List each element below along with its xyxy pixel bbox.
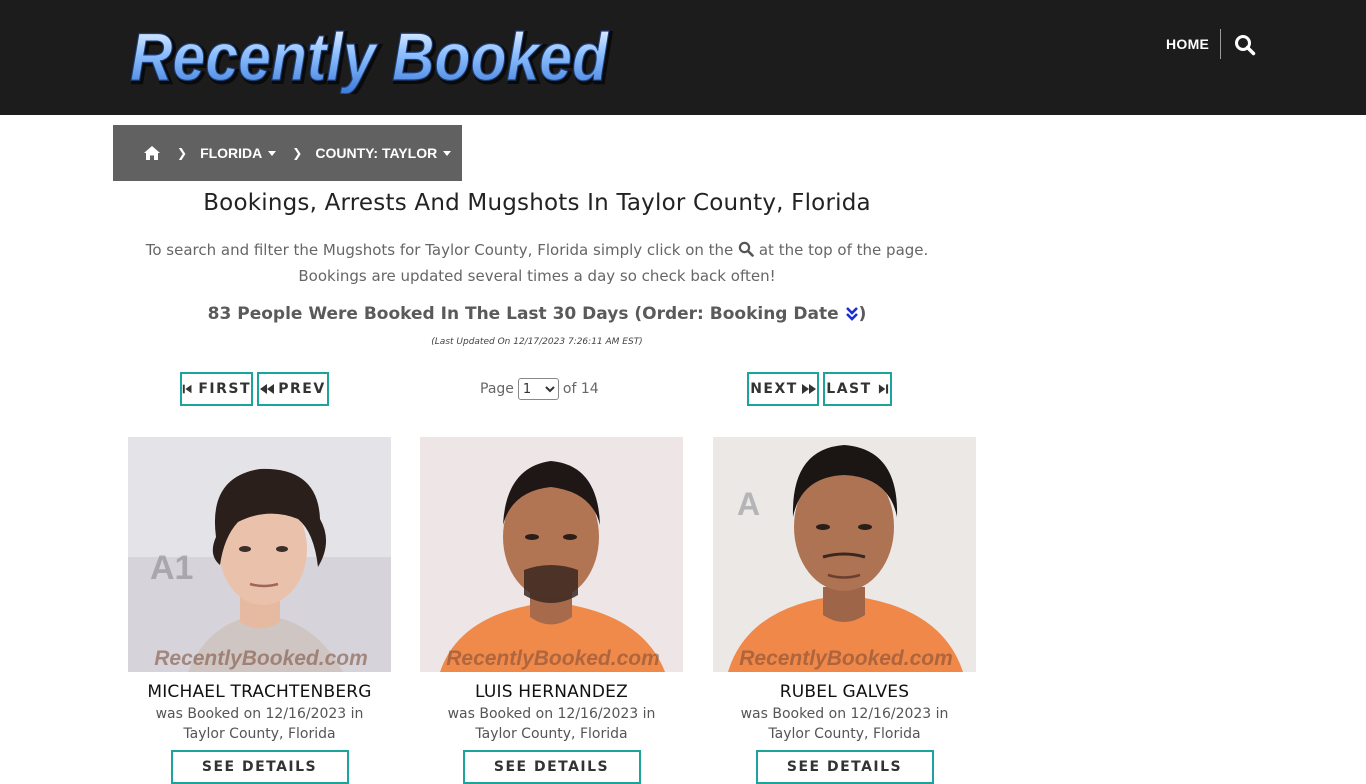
breadcrumb-florida-label: FLORIDA [200,145,263,161]
caret-down-icon [268,150,277,156]
page-selector: Page 1 of 14 [480,377,599,401]
see-details-button[interactable]: SEE DETAILS [170,750,349,784]
nav-home-link[interactable]: HOME [1166,36,1209,52]
next-page-label: NEXT [750,381,798,397]
breadcrumb-county[interactable]: COUNTY: TAYLOR [315,145,452,161]
booking-date-line: was Booked on 12/16/2023 in [155,706,364,722]
booking-summary-text: 83 People Were Booked In The Last 30 Day… [207,304,839,324]
see-details-button[interactable]: SEE DETAILS [755,750,934,784]
prev-page-label: PREV [278,381,326,397]
site-header: Recently Booked Recently Booked HOME [0,0,1366,115]
chevron-right-icon: ❯ [292,146,303,160]
photo-watermark: RecentlyBooked.com [446,647,660,670]
breadcrumb: ❯ FLORIDA ❯ COUNTY: TAYLOR [113,125,462,181]
search-icon[interactable] [738,239,754,257]
forward-icon [801,384,816,394]
intro-text: To search and filter the Mugshots for Ta… [110,237,964,289]
booking-card[interactable]: A RecentlyBooked.com RUBEL GALVES was Bo… [713,437,976,784]
mugshot-photo[interactable]: RecentlyBooked.com [420,437,683,672]
svg-text:A: A [737,486,760,522]
svg-text:A1: A1 [150,549,193,587]
first-page-icon [182,384,192,394]
next-page-button[interactable]: NEXT [747,372,819,406]
inmate-name[interactable]: MICHAEL TRACHTENBERG [128,682,391,702]
backward-icon [260,384,275,394]
inmate-name[interactable]: RUBEL GALVES [713,682,976,702]
intro-text-before: To search and filter the Mugshots for Ta… [145,241,734,259]
see-details-button[interactable]: SEE DETAILS [462,750,641,784]
search-icon[interactable] [1234,34,1256,56]
inmate-name[interactable]: LUIS HERNANDEZ [420,682,683,702]
last-page-button[interactable]: LAST [823,372,892,406]
booking-date-line: was Booked on 12/16/2023 in [447,706,656,722]
booking-info: was Booked on 12/16/2023 in Taylor County… [713,704,976,744]
booking-location-line: Taylor County, Florida [768,726,921,742]
site-logo[interactable]: Recently Booked Recently Booked [126,18,616,94]
first-page-button[interactable]: FIRST [180,372,253,406]
caret-down-icon [443,150,452,156]
home-icon[interactable] [143,145,161,161]
prev-page-button[interactable]: PREV [257,372,329,406]
booking-card[interactable]: RecentlyBooked.com LUIS HERNANDEZ was Bo… [420,437,683,784]
page-select[interactable]: 1 [517,378,559,400]
breadcrumb-county-label: COUNTY: TAYLOR [315,145,438,161]
page-word: Page [480,381,514,397]
chevron-right-icon: ❯ [177,146,188,160]
first-page-label: FIRST [198,381,251,397]
booking-info: was Booked on 12/16/2023 in Taylor County… [420,704,683,744]
nav-divider [1220,29,1221,59]
last-page-label: LAST [826,381,872,397]
mugshot-photo[interactable]: A1 RecentlyBooked.com [128,437,391,672]
photo-watermark: RecentlyBooked.com [739,647,953,670]
page-title: Bookings, Arrests And Mugshots In Taylor… [203,190,871,216]
photo-watermark: RecentlyBooked.com [154,647,368,670]
mugshot-photo[interactable]: A RecentlyBooked.com [713,437,976,672]
logo-text: Recently Booked [130,19,609,94]
booking-card[interactable]: A1 RecentlyBooked.com MICHAEL TRACHTENBE… [128,437,391,784]
double-chevron-down-icon[interactable] [845,305,859,321]
booking-location-line: Taylor County, Florida [475,726,628,742]
booking-info: was Booked on 12/16/2023 in Taylor County… [128,704,391,744]
booking-location-line: Taylor County, Florida [183,726,336,742]
booking-summary: 83 People Were Booked In The Last 30 Day… [113,304,961,324]
page-total: of 14 [562,381,599,397]
booking-date-line: was Booked on 12/16/2023 in [740,706,949,722]
last-updated: (Last Updated On 12/17/2023 7:26:11 AM E… [431,337,643,347]
booking-summary-close: ) [858,304,867,324]
breadcrumb-florida[interactable]: FLORIDA [200,145,277,161]
last-page-icon [878,384,888,394]
